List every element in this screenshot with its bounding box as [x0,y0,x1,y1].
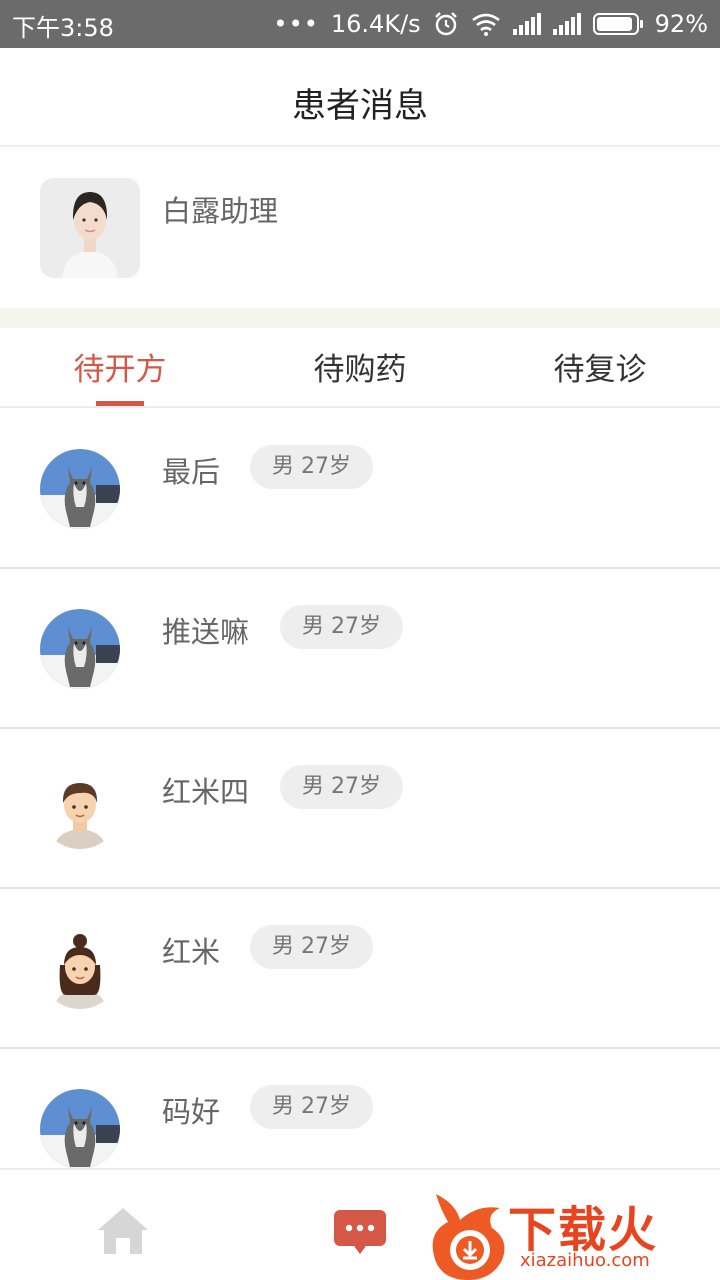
patient-name: 红米四 [162,775,250,809]
patient-info-tag: 男 27岁 [280,765,403,809]
husky-avatar [40,1089,120,1169]
watermark-logo: 下载火 xiazaihuo.com [426,1184,720,1280]
patient-row[interactable]: 推送嘛 男 27岁 [0,569,720,729]
net-speed: 16.4K/s [330,10,421,38]
patient-info-tag: 男 27岁 [280,605,403,649]
tab-bar: 待开方 待购药 待复诊 [0,328,720,408]
patient-info-tag: 男 27岁 [250,1085,373,1129]
tab-pending-prescription[interactable]: 待开方 [0,328,240,406]
wifi-icon [471,13,500,36]
alarm-icon [434,12,457,36]
signal-icon-1 [512,13,541,35]
more-dots-icon: ••• [273,10,319,38]
assistant-row[interactable]: 白露助理 [0,148,720,308]
husky-avatar [40,609,120,689]
husky-avatar [40,449,120,529]
active-tab-indicator [96,401,144,406]
patient-row[interactable]: 红米 男 27岁 [0,889,720,1049]
patient-list: 最后 男 27岁 推送嘛 男 27岁 红米四 男 27岁 红米 男 27岁 码好… [0,409,720,1209]
patient-row[interactable]: 最后 男 27岁 [0,409,720,569]
status-time: 下午3:58 [12,14,114,42]
status-icons: ••• 16.4K/s 92% [273,8,708,40]
tab-pending-purchase[interactable]: 待购药 [240,328,480,406]
watermark-url: xiazaihuo.com [520,1250,650,1271]
app-header: 患者消息 [0,48,720,147]
patient-name: 推送嘛 [162,615,250,649]
battery-icon [592,13,643,35]
boy-cartoon-avatar [40,769,120,849]
home-icon[interactable] [96,1204,150,1256]
patient-name: 红米 [162,935,221,969]
assistant-name: 白露助理 [162,194,279,228]
flame-logo-icon [432,1194,505,1280]
status-bar: 下午3:58 ••• 16.4K/s 92% [0,0,720,48]
girl-cartoon-avatar [40,929,120,1009]
battery-percent: 92% [654,10,708,38]
page-title: 患者消息 [292,86,428,126]
patient-name: 码好 [162,1095,221,1129]
patient-row[interactable]: 红米四 男 27岁 [0,729,720,889]
patient-info-tag: 男 27岁 [250,445,373,489]
signal-icon-2 [552,13,581,35]
patient-info-tag: 男 27岁 [250,925,373,969]
assistant-avatar [40,178,140,278]
message-icon[interactable] [332,1206,388,1258]
tab-label: 待复诊 [553,352,647,388]
patient-name: 最后 [162,455,221,489]
tab-label: 待购药 [313,352,407,388]
section-divider [0,308,720,328]
bottom-nav: 下载火 xiazaihuo.com [0,1168,720,1280]
tab-pending-followup[interactable]: 待复诊 [480,328,720,406]
tab-label: 待开方 [73,352,167,388]
